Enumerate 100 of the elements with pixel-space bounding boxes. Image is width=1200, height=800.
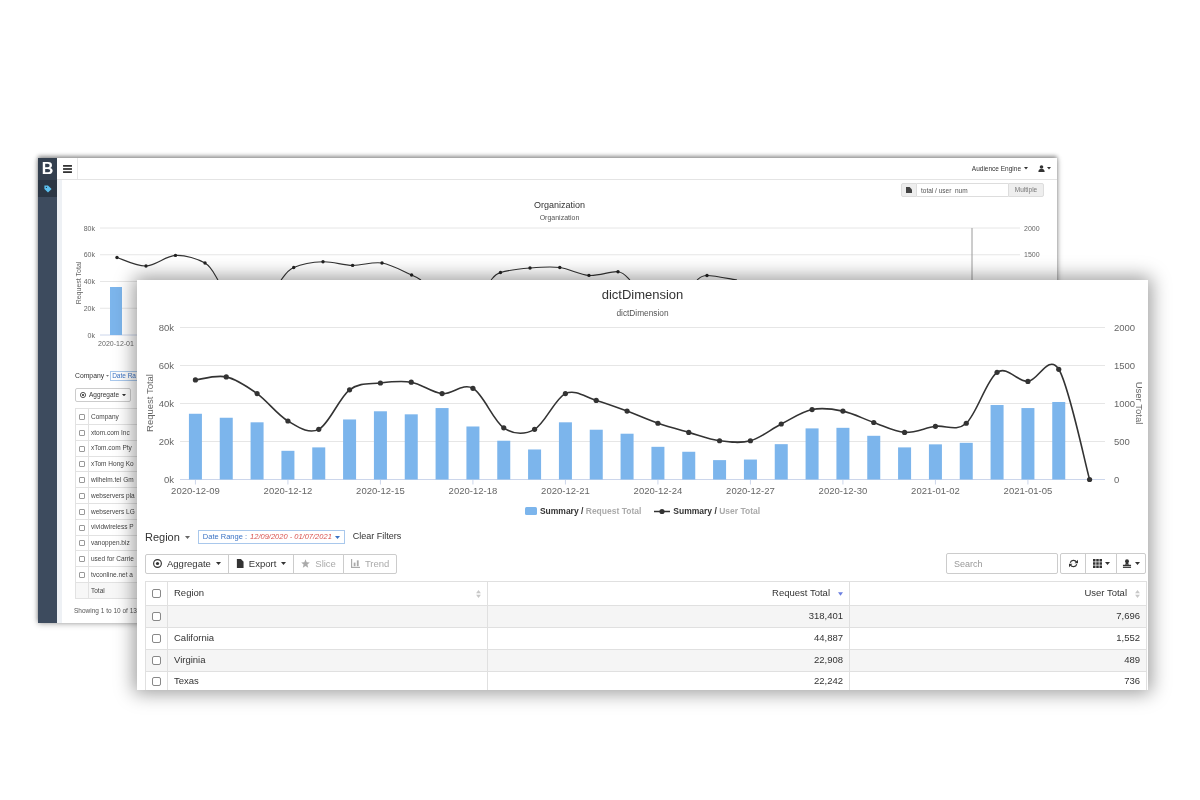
data-point: [501, 425, 507, 431]
checkbox[interactable]: [79, 571, 85, 578]
x-tick-label: 2020-12-15: [356, 485, 405, 496]
data-point: [498, 270, 503, 275]
data-point: [528, 266, 532, 270]
crosshair-line: [971, 227, 973, 281]
x-tick-label: 2021-01-02: [911, 485, 960, 496]
chart-bar: [110, 287, 122, 335]
columns-button[interactable]: [1085, 553, 1117, 574]
data-point: [994, 369, 1000, 375]
tag-icon: [43, 184, 52, 193]
data-point: [624, 408, 630, 414]
chart-title: Organization: [534, 200, 585, 211]
table-cell: 22,908: [487, 649, 850, 672]
aggregate-button[interactable]: Aggregate: [145, 553, 229, 574]
data-point: [409, 273, 414, 277]
data-point: [809, 407, 815, 413]
data-point: [316, 426, 322, 432]
data-point: [558, 265, 562, 270]
metric-icon-button[interactable]: [901, 183, 917, 197]
sidebar-item[interactable]: [38, 180, 57, 197]
data-point: [717, 438, 723, 444]
data-point: [1087, 476, 1093, 483]
chart-bar: [528, 449, 542, 480]
checkbox[interactable]: [79, 508, 85, 515]
data-point: [115, 255, 119, 260]
search-field[interactable]: Search: [946, 553, 1058, 574]
checkbox[interactable]: [152, 634, 161, 644]
chart-bar: [743, 459, 757, 480]
chart-bar: [312, 447, 326, 480]
checkbox[interactable]: [152, 656, 161, 666]
checkbox[interactable]: [79, 477, 85, 484]
checkbox[interactable]: [79, 556, 85, 563]
x-tick-label: 2020-12-30: [818, 485, 868, 496]
chart-bar: [836, 427, 850, 480]
data-point: [347, 387, 353, 393]
refresh-button[interactable]: [1060, 553, 1086, 574]
chart-bar: [219, 417, 233, 480]
checkbox[interactable]: [79, 413, 85, 420]
chart-bar: [620, 433, 634, 480]
checkbox[interactable]: [79, 540, 85, 547]
checkbox[interactable]: [79, 445, 85, 452]
data-point: [902, 429, 908, 435]
chart-bar: [404, 414, 418, 480]
logo: B: [38, 158, 57, 180]
table-cell: 44,887: [487, 627, 850, 650]
column-header[interactable]: Region: [167, 581, 488, 606]
data-point: [350, 263, 355, 268]
caret-icon: [122, 393, 126, 397]
data-point: [285, 418, 291, 424]
data-point: [1025, 378, 1031, 385]
chart-bar: [774, 444, 788, 480]
legend-label: Summary / User Total: [673, 504, 761, 518]
checkbox[interactable]: [79, 493, 85, 499]
chart-bar: [497, 440, 511, 480]
export-button[interactable]: Export: [227, 553, 295, 574]
column-header[interactable]: User Total: [849, 581, 1147, 606]
column-header[interactable]: Request Total: [487, 581, 850, 606]
data-point: [587, 273, 591, 278]
y-tick-label: 2000: [1114, 322, 1136, 333]
checkbox[interactable]: [79, 429, 85, 436]
y-tick-label: 1000: [1114, 398, 1136, 409]
data-point: [408, 379, 414, 385]
export-menu-button[interactable]: [1116, 553, 1146, 574]
data-point: [747, 438, 753, 444]
axis-title: User Total: [1134, 381, 1145, 425]
data-point: [203, 261, 207, 265]
chart-bar: [959, 442, 973, 480]
chart-bar: [713, 460, 727, 480]
legend-item[interactable]: Summary / User Total: [654, 504, 761, 518]
checkbox[interactable]: [152, 612, 161, 622]
legend-item[interactable]: Summary / Request Total: [524, 504, 642, 518]
checkbox[interactable]: [79, 461, 85, 468]
caret-icon: [184, 535, 190, 539]
caret-icon: [334, 535, 340, 539]
data-point: [377, 380, 383, 386]
table-cell: 318,401: [487, 605, 850, 628]
caret-icon: [1047, 167, 1051, 170]
checkbox[interactable]: [79, 524, 85, 531]
x-tick-label: 2020-12-24: [633, 485, 683, 496]
data-point: [1056, 366, 1062, 372]
table-cell: 489: [849, 649, 1147, 672]
menu-icon[interactable]: [62, 164, 72, 173]
target-icon: [80, 392, 86, 398]
data-point: [593, 397, 599, 404]
user-dropdown[interactable]: [1038, 163, 1051, 174]
chart-bar: [1021, 408, 1035, 480]
checkbox[interactable]: [152, 589, 161, 599]
dimension-dropdown[interactable]: Region: [145, 528, 190, 546]
data-point: [655, 420, 661, 426]
caret-icon: [1104, 562, 1110, 565]
chart-icon: [350, 559, 360, 568]
clear-filters-link[interactable]: Clear Filters: [352, 530, 402, 544]
data-point: [223, 374, 229, 380]
y-tick-label: 0: [1114, 474, 1120, 485]
checkbox[interactable]: [152, 676, 161, 686]
data-point: [173, 253, 178, 258]
data-point: [686, 429, 692, 435]
chart-bar: [343, 419, 357, 480]
data-point: [321, 260, 325, 264]
